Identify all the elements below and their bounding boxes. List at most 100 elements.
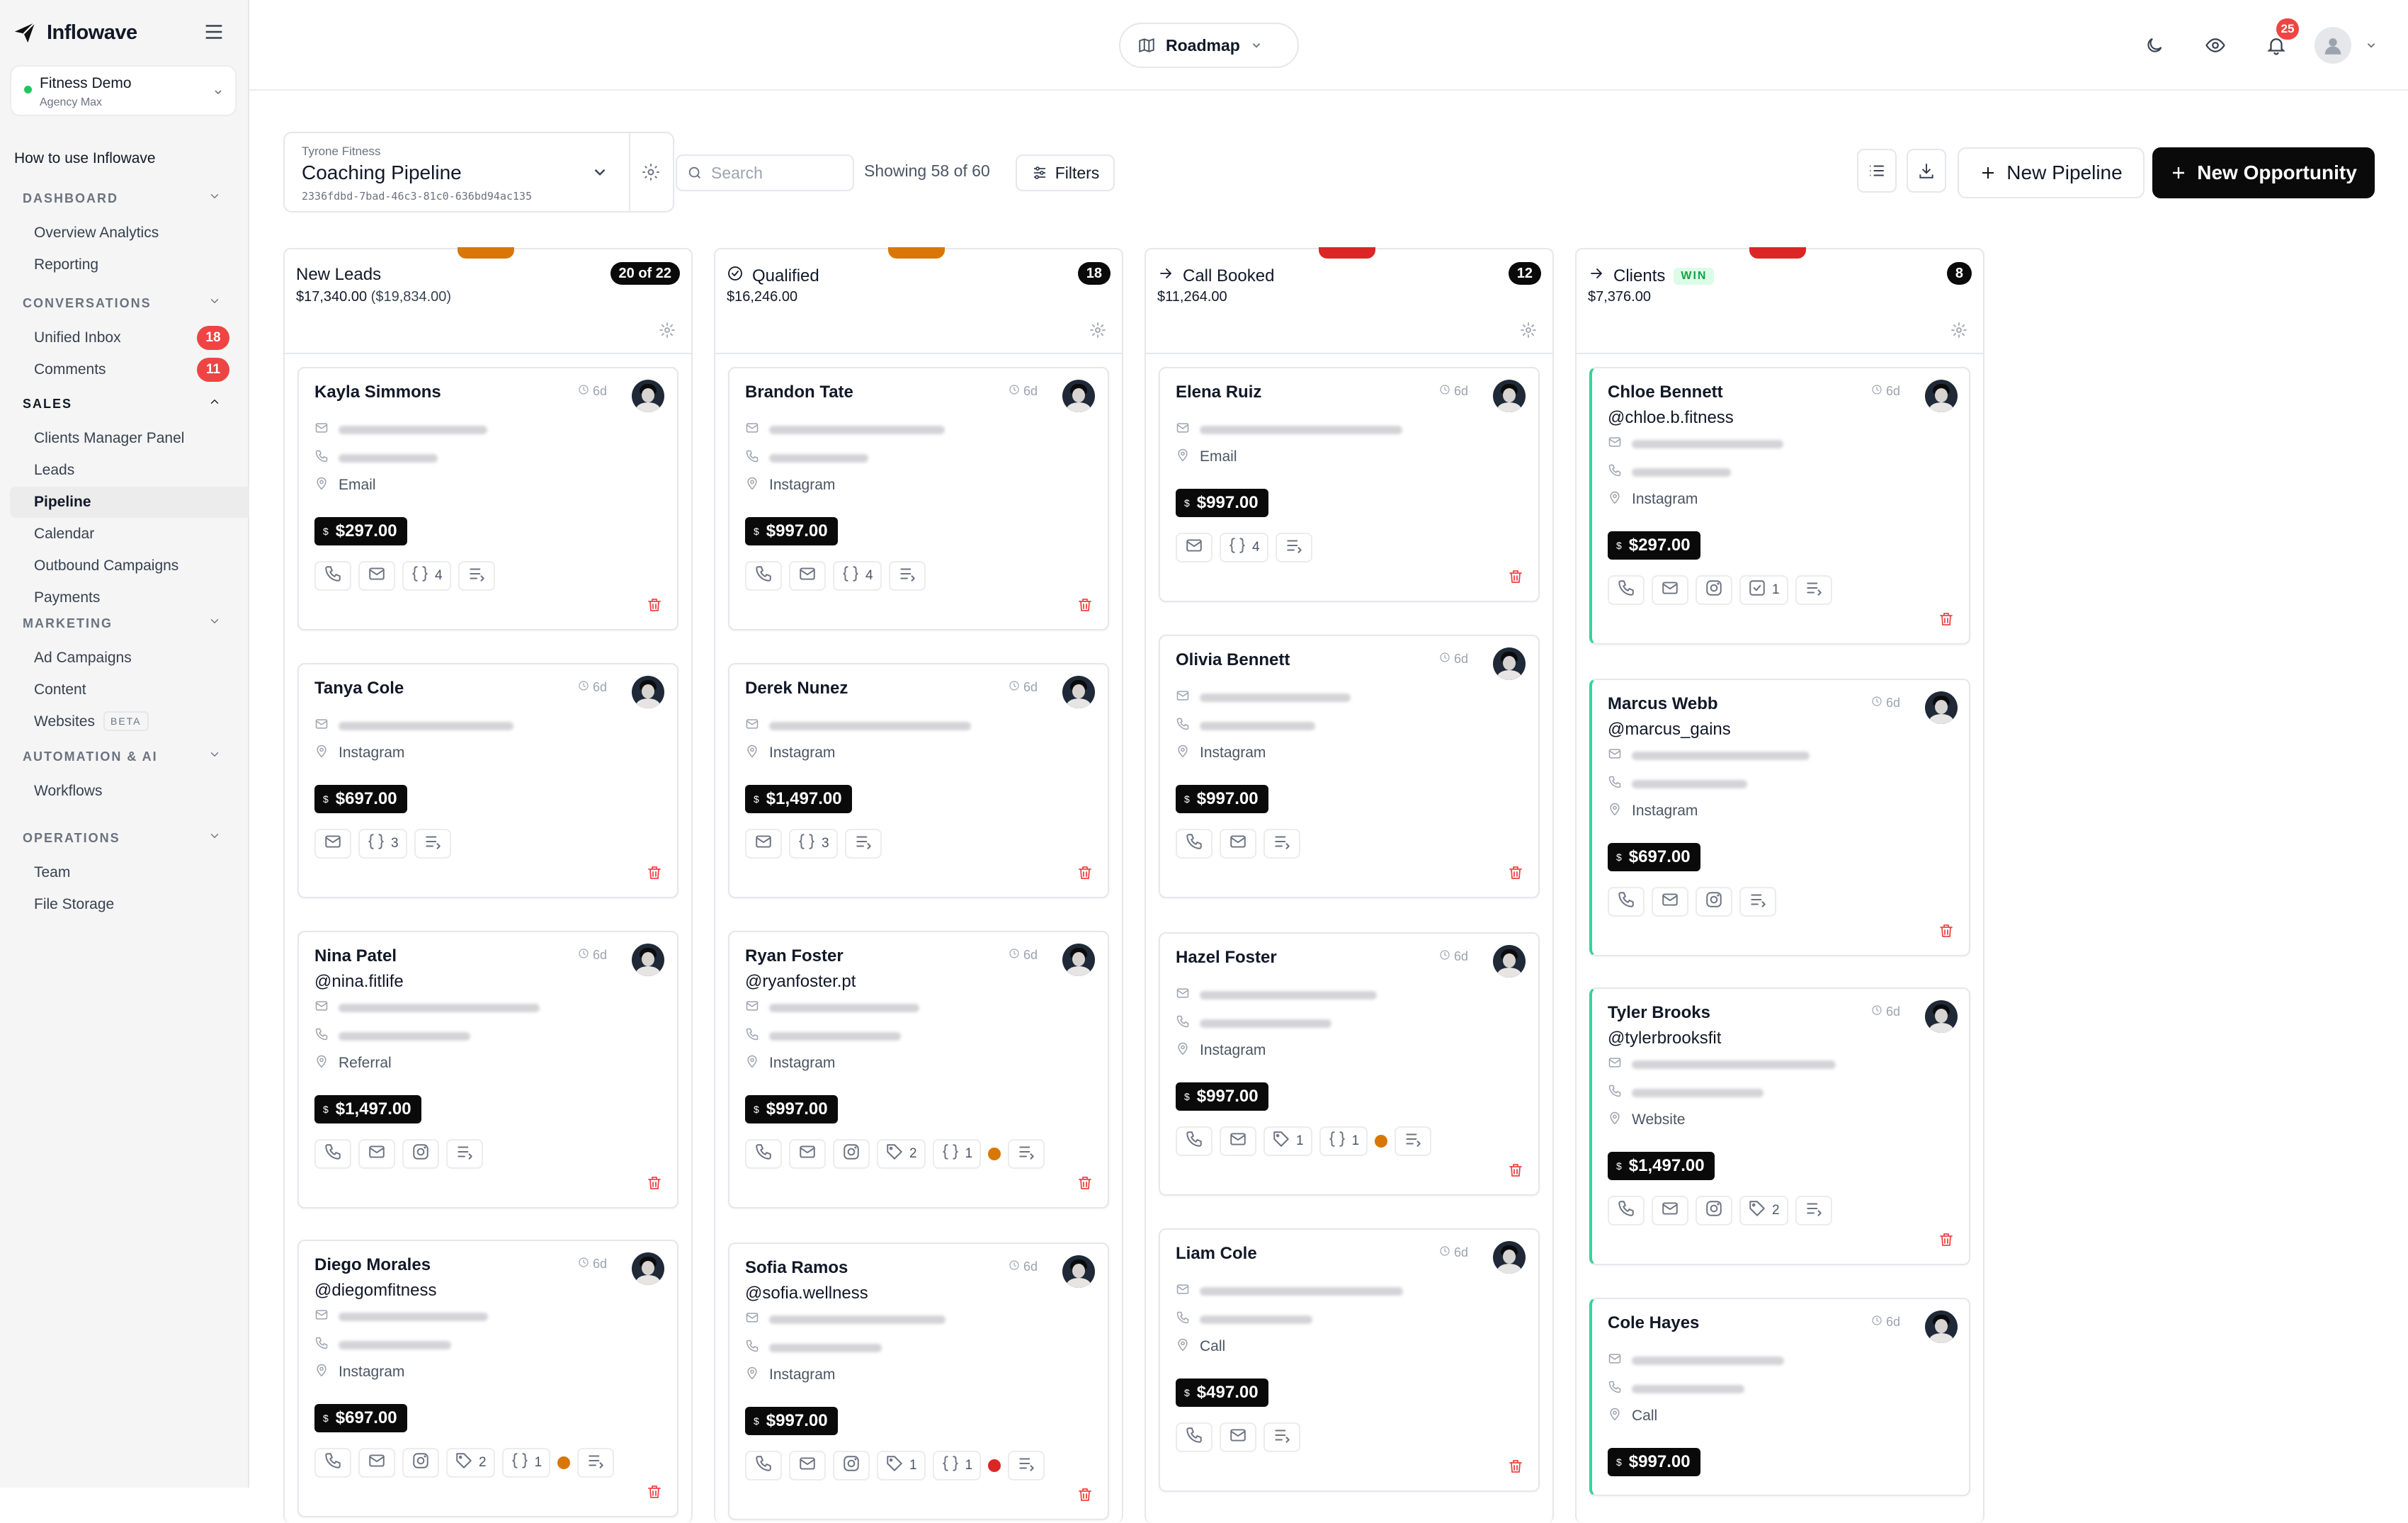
opportunity-card[interactable]: Elena Ruiz 6d Email $ $997.00 4	[1159, 367, 1540, 602]
account-switcher[interactable]: Fitness Demo Agency Max	[10, 65, 237, 116]
sidebar-item-unified-inbox[interactable]: Unified Inbox	[34, 327, 121, 349]
mail-button[interactable]	[745, 829, 782, 859]
trash-icon[interactable]	[1507, 568, 1524, 589]
contact-name[interactable]: Diego Morales	[314, 1255, 431, 1275]
gear-icon[interactable]	[1950, 322, 1967, 342]
sidebar-item-overview-analytics[interactable]: Overview Analytics	[34, 222, 159, 244]
contact-name[interactable]: Tanya Cole	[314, 679, 404, 698]
sidebar-item-clients-manager-panel[interactable]: Clients Manager Panel	[34, 428, 184, 449]
trash-icon[interactable]	[646, 1174, 663, 1195]
contact-avatar[interactable]	[1925, 1310, 1958, 1343]
notes-button[interactable]	[458, 561, 495, 591]
opportunity-card[interactable]: Tyler Brooks @tylerbrooksfit 6d Website …	[1589, 987, 1970, 1265]
code-braces-button[interactable]: 1	[932, 1451, 982, 1480]
mail-button[interactable]	[1652, 575, 1688, 605]
eye-icon[interactable]	[2201, 31, 2230, 60]
sidebar-item-comments[interactable]: Comments	[34, 359, 106, 380]
contact-avatar[interactable]	[1062, 1255, 1095, 1288]
section-operations[interactable]: OPERATIONS	[23, 831, 120, 846]
roadmap-button[interactable]: Roadmap	[1119, 23, 1299, 68]
phone-button[interactable]	[745, 561, 782, 591]
contact-name[interactable]: Chloe Bennett	[1608, 383, 1723, 402]
trash-icon[interactable]	[1077, 596, 1094, 617]
code-braces-button[interactable]: 3	[358, 829, 407, 859]
trash-icon[interactable]	[1077, 1486, 1094, 1507]
tag-button[interactable]: 2	[1739, 1196, 1788, 1225]
notes-button[interactable]	[577, 1448, 615, 1478]
phone-button[interactable]	[745, 1451, 782, 1480]
status-dot[interactable]	[557, 1456, 571, 1469]
contact-name[interactable]: Cole Hayes	[1608, 1313, 1699, 1333]
mail-button[interactable]	[1652, 887, 1688, 917]
chevron-up-icon[interactable]	[208, 395, 221, 412]
tag-button[interactable]: 2	[446, 1448, 495, 1478]
code-braces-button[interactable]: 1	[932, 1139, 982, 1169]
sidebar-item-payments[interactable]: Payments	[34, 587, 100, 608]
trash-icon[interactable]	[646, 1483, 663, 1504]
sidebar-item-file-storage[interactable]: File Storage	[34, 894, 114, 915]
opportunity-card[interactable]: Olivia Bennett 6d Instagram $ $997.00	[1159, 635, 1540, 898]
contact-avatar[interactable]	[1493, 945, 1526, 978]
notes-button[interactable]	[1008, 1451, 1045, 1480]
pipeline-settings-button[interactable]	[629, 132, 674, 213]
contact-name[interactable]: Elena Ruiz	[1176, 383, 1261, 402]
opportunity-card[interactable]: Kayla Simmons 6d Email $ $297.00 4	[297, 367, 678, 630]
phone-button[interactable]	[314, 1448, 351, 1478]
sidebar-item-leads[interactable]: Leads	[34, 460, 74, 481]
notes-button[interactable]	[1795, 1196, 1832, 1225]
mail-button[interactable]	[358, 561, 395, 591]
instagram-button[interactable]	[1696, 1196, 1732, 1225]
chevron-down-icon[interactable]	[2357, 31, 2385, 60]
contact-avatar[interactable]	[1062, 944, 1095, 976]
code-braces-button[interactable]: 1	[501, 1448, 551, 1478]
opportunity-card[interactable]: Cole Hayes 6d Call $ $997.00	[1589, 1298, 1970, 1496]
opportunity-card[interactable]: Marcus Webb @marcus_gains 6d Instagram $…	[1589, 679, 1970, 956]
sidebar-item-ad-campaigns[interactable]: Ad Campaigns	[34, 647, 132, 669]
mail-button[interactable]	[358, 1139, 395, 1169]
trash-icon[interactable]	[1507, 1162, 1524, 1182]
phone-button[interactable]	[1176, 829, 1212, 859]
contact-avatar[interactable]	[1062, 676, 1095, 708]
sidebar-item-content[interactable]: Content	[34, 679, 86, 701]
contact-name[interactable]: Olivia Bennett	[1176, 650, 1290, 670]
contact-name[interactable]: Derek Nunez	[745, 679, 848, 698]
phone-button[interactable]	[1608, 887, 1645, 917]
notes-button[interactable]	[1395, 1126, 1432, 1156]
contact-avatar[interactable]	[632, 944, 664, 976]
contact-name[interactable]: Hazel Foster	[1176, 948, 1277, 968]
filters-button[interactable]: Filters	[1016, 154, 1115, 191]
status-dot[interactable]	[1375, 1135, 1388, 1148]
mail-button[interactable]	[1220, 1126, 1256, 1156]
sidebar-item-team[interactable]: Team	[34, 862, 70, 883]
mail-button[interactable]	[1652, 1196, 1688, 1225]
section-automation-ai[interactable]: AUTOMATION & AI	[23, 749, 158, 764]
trash-icon[interactable]	[1938, 1231, 1955, 1252]
phone-button[interactable]	[1608, 575, 1645, 605]
mail-button[interactable]	[789, 561, 826, 591]
mail-button[interactable]	[314, 829, 351, 859]
trash-icon[interactable]	[1938, 922, 1955, 943]
contact-name[interactable]: Tyler Brooks	[1608, 1003, 1710, 1023]
menu-icon[interactable]	[202, 20, 226, 44]
mail-button[interactable]	[1220, 829, 1256, 859]
contact-name[interactable]: Kayla Simmons	[314, 383, 441, 402]
pipeline-selector[interactable]: Tyrone Fitness Coaching Pipeline 2336fdb…	[283, 132, 630, 213]
contact-name[interactable]: Marcus Webb	[1608, 694, 1718, 714]
phone-button[interactable]	[314, 561, 351, 591]
contact-avatar[interactable]	[1062, 380, 1095, 412]
new-opportunity-button[interactable]: New Opportunity	[2152, 147, 2375, 198]
code-braces-button[interactable]: 4	[833, 561, 882, 591]
contact-avatar[interactable]	[1925, 380, 1958, 412]
chevron-down-icon[interactable]	[208, 748, 221, 764]
trash-icon[interactable]	[1077, 864, 1094, 885]
trash-icon[interactable]	[1507, 1458, 1524, 1478]
search-box[interactable]	[676, 154, 854, 191]
code-braces-button[interactable]: 4	[402, 561, 451, 591]
opportunity-card[interactable]: Brandon Tate 6d Instagram $ $997.00 4	[728, 367, 1109, 630]
instagram-button[interactable]	[402, 1448, 439, 1478]
list-view-button[interactable]	[1857, 149, 1897, 193]
trash-icon[interactable]	[1507, 864, 1524, 885]
gear-icon[interactable]	[659, 322, 676, 342]
chevron-down-icon[interactable]	[208, 830, 221, 846]
contact-avatar[interactable]	[632, 1252, 664, 1285]
